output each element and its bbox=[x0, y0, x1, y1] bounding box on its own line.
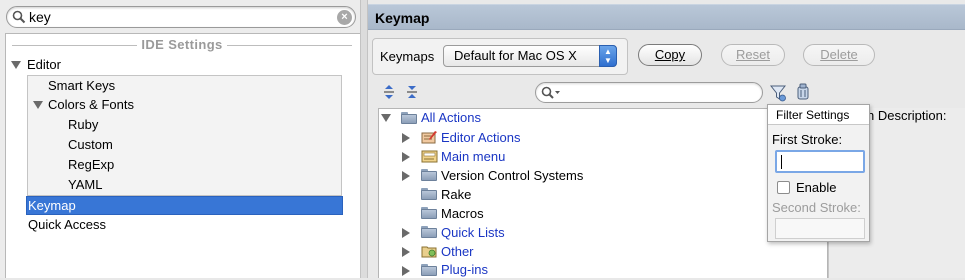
expand-arrow-icon[interactable] bbox=[402, 266, 410, 276]
tree-item-colors-fonts[interactable]: Colors & Fonts bbox=[48, 95, 134, 115]
expand-arrow-icon[interactable] bbox=[381, 114, 391, 122]
other-icon bbox=[421, 246, 437, 258]
folder-icon bbox=[421, 188, 437, 200]
ide-settings-header: IDE Settings bbox=[137, 37, 227, 52]
filter-settings-popup: Filter Settings First Stroke: Enable Sec… bbox=[767, 104, 870, 242]
editor-actions-icon bbox=[421, 131, 437, 144]
folder-icon bbox=[421, 226, 437, 238]
expand-arrow-icon[interactable] bbox=[33, 101, 43, 109]
second-stroke-label: Second Stroke: bbox=[772, 200, 861, 215]
expand-arrow-icon[interactable] bbox=[402, 247, 410, 257]
tree-item-editor-actions[interactable]: Editor Actions bbox=[441, 128, 521, 148]
enable-second-stroke-checkbox[interactable] bbox=[777, 181, 790, 194]
copy-button[interactable]: Copy bbox=[638, 44, 702, 66]
ide-settings-separator: IDE Settings bbox=[12, 37, 352, 53]
collapse-all-icon[interactable] bbox=[404, 84, 420, 100]
tree-item-quick-lists[interactable]: Quick Lists bbox=[441, 223, 505, 243]
keymap-select-value: Default for Mac OS X bbox=[454, 48, 577, 63]
search-icon bbox=[541, 86, 560, 99]
tree-item-quick-access[interactable]: Quick Access bbox=[28, 215, 106, 235]
reset-button[interactable]: Reset bbox=[721, 44, 785, 66]
expand-arrow-icon[interactable] bbox=[402, 152, 410, 162]
expand-arrow-icon[interactable] bbox=[11, 61, 21, 69]
keymaps-group: Keymaps Default for Mac OS X ▲ ▼ bbox=[372, 38, 628, 75]
action-search-input[interactable] bbox=[535, 82, 763, 103]
second-stroke-input[interactable] bbox=[775, 218, 865, 239]
select-arrows-icon: ▲ ▼ bbox=[599, 45, 617, 67]
filter-icon[interactable] bbox=[770, 84, 786, 102]
expand-all-icon[interactable] bbox=[381, 84, 397, 100]
search-value: key bbox=[29, 9, 51, 25]
expand-arrow-icon[interactable] bbox=[402, 171, 410, 181]
expand-arrow-icon[interactable] bbox=[402, 133, 410, 143]
tree-item-ruby[interactable]: Ruby bbox=[68, 115, 98, 135]
tree-item-editor[interactable]: Editor bbox=[27, 55, 61, 75]
folder-icon bbox=[421, 207, 437, 219]
clear-search-icon[interactable]: × bbox=[337, 10, 352, 25]
tree-item-macros[interactable]: Macros bbox=[441, 204, 484, 224]
tree-item-smart-keys[interactable]: Smart Keys bbox=[48, 76, 115, 96]
tree-item-other[interactable]: Other bbox=[441, 242, 474, 262]
clear-filter-icon[interactable] bbox=[796, 83, 810, 101]
tree-item-keymap[interactable]: Keymap bbox=[28, 196, 76, 216]
keymaps-label: Keymaps bbox=[380, 49, 435, 64]
folder-icon bbox=[421, 264, 437, 276]
delete-button[interactable]: Delete bbox=[803, 44, 875, 66]
tree-item-rake[interactable]: Rake bbox=[441, 185, 471, 205]
panel-header: Keymap bbox=[368, 4, 965, 30]
expand-arrow-icon[interactable] bbox=[402, 228, 410, 238]
actions-root[interactable]: All Actions bbox=[421, 108, 481, 128]
first-stroke-label: First Stroke: bbox=[772, 132, 843, 147]
panel-title: Keymap bbox=[375, 10, 430, 26]
first-stroke-input[interactable] bbox=[775, 150, 865, 173]
tree-item-version-control-systems[interactable]: Version Control Systems bbox=[441, 166, 583, 186]
main-menu-icon bbox=[421, 150, 438, 163]
tree-item-main-menu[interactable]: Main menu bbox=[441, 147, 505, 167]
action-description-label: n Description: bbox=[867, 108, 947, 123]
enable-label: Enable bbox=[796, 180, 837, 195]
tree-item-yaml[interactable]: YAML bbox=[68, 175, 102, 195]
folder-icon bbox=[421, 169, 437, 181]
pane-splitter[interactable] bbox=[360, 0, 368, 278]
folder-icon bbox=[401, 112, 417, 124]
settings-search-input[interactable]: key × bbox=[6, 6, 356, 28]
filter-popup-title: Filter Settings bbox=[768, 105, 869, 125]
keymap-select[interactable]: Default for Mac OS X ▲ ▼ bbox=[443, 45, 617, 67]
tree-item-custom[interactable]: Custom bbox=[68, 135, 113, 155]
tree-item-regexp[interactable]: RegExp bbox=[68, 155, 114, 175]
search-icon bbox=[12, 10, 26, 24]
tree-item-plug-ins[interactable]: Plug-ins bbox=[441, 260, 488, 280]
